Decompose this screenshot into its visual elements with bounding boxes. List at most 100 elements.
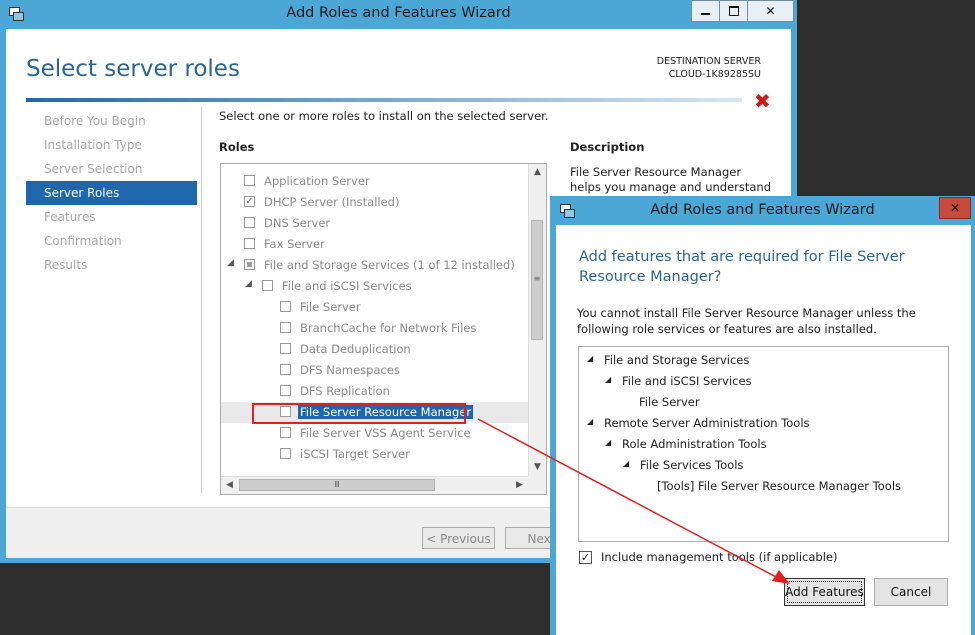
role-label: File Server VSS Agent Service xyxy=(300,426,471,440)
tree-item-label: [Tools] File Server Resource Manager Too… xyxy=(657,479,902,493)
expand-triangle-icon[interactable]: ◢ xyxy=(587,417,593,426)
role-row[interactable]: DNS Server xyxy=(221,213,528,234)
expand-triangle-icon[interactable]: ◢ xyxy=(227,258,234,268)
role-label: iSCSI Target Server xyxy=(300,447,410,461)
expand-triangle-icon[interactable]: ◢ xyxy=(245,279,252,289)
role-row[interactable]: Application Server xyxy=(221,171,528,192)
role-row[interactable]: File Server xyxy=(221,297,528,318)
role-checkbox[interactable] xyxy=(244,217,255,228)
role-label: File Server xyxy=(300,300,361,314)
instructions-text: Select one or more roles to install on t… xyxy=(219,109,549,123)
description-text: File Server Resource Manager helps you m… xyxy=(570,165,772,194)
roles-horizontal-scrollbar[interactable]: ◀ Ⅲ ▶ xyxy=(221,476,528,494)
cancel-button[interactable]: Cancel xyxy=(874,578,948,606)
dialog-heading: Add features that are required for File … xyxy=(579,249,905,285)
nav-item[interactable]: Installation Type xyxy=(26,133,197,157)
roles-heading: Roles xyxy=(219,140,255,154)
role-row[interactable]: ◢ File and iSCSI Services xyxy=(221,276,528,297)
roles-vertical-scrollbar[interactable]: ▲ ≡ ▼ xyxy=(528,164,546,476)
role-label: DFS Namespaces xyxy=(300,363,400,377)
role-checkbox[interactable] xyxy=(280,448,291,459)
tree-item-label: File Services Tools xyxy=(640,458,744,472)
role-row[interactable]: Data Deduplication xyxy=(221,339,528,360)
tree-item-label: File and Storage Services xyxy=(604,353,750,367)
dialog-title: Add Roles and Features Wizard xyxy=(650,202,875,218)
role-row[interactable]: iSCSI Target Server xyxy=(221,444,528,465)
role-label: File and iSCSI Services xyxy=(282,279,412,293)
role-checkbox[interactable] xyxy=(280,322,291,333)
role-row[interactable]: Fax Server xyxy=(221,234,528,255)
role-label: BranchCache for Network Files xyxy=(300,321,477,335)
scroll-right-icon[interactable]: ▶ xyxy=(511,477,528,494)
tree-item-label: File and iSCSI Services xyxy=(622,374,752,388)
nav-divider xyxy=(201,107,202,493)
expand-triangle-icon[interactable]: ◢ xyxy=(587,354,593,363)
previous-button[interactable]: < Previous xyxy=(422,527,495,549)
role-row[interactable]: BranchCache for Network Files xyxy=(221,318,528,339)
role-checkbox[interactable] xyxy=(280,301,291,312)
role-checkbox[interactable] xyxy=(280,385,291,396)
role-row[interactable]: DFS Replication xyxy=(221,381,528,402)
role-checkbox[interactable]: ✓ xyxy=(244,196,255,207)
destination-server-label: DESTINATION SERVER xyxy=(656,56,761,67)
role-row[interactable]: ◢ File and Storage Services (1 of 12 inst… xyxy=(221,255,528,276)
role-checkbox[interactable] xyxy=(262,280,273,291)
minimize-icon xyxy=(701,13,710,15)
add-features-button[interactable]: Add Features xyxy=(784,578,865,606)
scrollbar-corner xyxy=(528,476,546,494)
tree-item-label: File Server xyxy=(639,395,700,409)
maximize-icon xyxy=(728,6,739,16)
annotation-highlight-box xyxy=(252,403,466,424)
nav-item[interactable]: Results xyxy=(26,253,197,277)
destination-server-name: CLOUD-1K89285SU xyxy=(668,69,761,80)
role-row[interactable]: ✓ DHCP Server (Installed) xyxy=(221,192,528,213)
role-checkbox[interactable] xyxy=(244,175,255,186)
dialog-close-button[interactable]: ✕ xyxy=(939,197,971,219)
role-label: DFS Replication xyxy=(300,384,390,398)
role-row[interactable]: File Server VSS Agent Service xyxy=(221,423,528,444)
nav-item[interactable]: Server Selection xyxy=(26,157,197,181)
nav-item[interactable]: Server Roles xyxy=(26,181,197,205)
expand-triangle-icon[interactable]: ◢ xyxy=(605,375,611,384)
close-icon: ✕ xyxy=(949,201,961,215)
tree-item-label: Remote Server Administration Tools xyxy=(604,416,810,430)
page-title: Select server roles xyxy=(26,56,240,82)
dialog-title-bar[interactable]: Add Roles and Features Wizard ✕ xyxy=(550,196,975,224)
role-label: File and Storage Services (1 of 12 insta… xyxy=(264,258,515,272)
role-label: Fax Server xyxy=(264,237,325,251)
include-management-tools-label: Include management tools (if applicable) xyxy=(601,550,838,564)
include-management-tools-checkbox[interactable]: ✓ xyxy=(579,551,592,564)
role-label: Data Deduplication xyxy=(300,342,411,356)
maximize-button[interactable] xyxy=(719,0,748,22)
role-label: Application Server xyxy=(264,174,370,188)
minimize-button[interactable] xyxy=(691,0,720,22)
expand-triangle-icon[interactable]: ◢ xyxy=(623,459,629,468)
dialog-message: You cannot install File Server Resource … xyxy=(577,306,916,336)
dialog-client-area: Add features that are required for File … xyxy=(556,225,971,635)
vertical-scroll-thumb[interactable]: ≡ xyxy=(531,220,543,340)
required-features-tree[interactable]: ◢ File and Storage Services ◢ File and iSCS… xyxy=(578,346,949,542)
destination-server: DESTINATION SERVER CLOUD-1K89285SU xyxy=(657,55,761,81)
scroll-down-icon[interactable]: ▼ xyxy=(529,459,546,476)
roles-list[interactable]: Application Server ✓ DHCP Server (Installe… xyxy=(220,163,547,495)
horizontal-scroll-thumb[interactable]: Ⅲ xyxy=(239,479,435,491)
role-row[interactable]: DFS Namespaces xyxy=(221,360,528,381)
role-checkbox[interactable] xyxy=(280,364,291,375)
role-label: DNS Server xyxy=(264,216,331,230)
tree-item-label: Role Administration Tools xyxy=(622,437,767,451)
nav-item[interactable]: Confirmation xyxy=(26,229,197,253)
main-title-bar[interactable]: Add Roles and Features Wizard ✕ xyxy=(0,0,797,28)
role-checkbox[interactable] xyxy=(244,259,255,270)
close-icon: ✕ xyxy=(765,4,776,18)
scroll-up-icon[interactable]: ▲ xyxy=(529,164,546,181)
nav-item[interactable]: Before You Begin xyxy=(26,109,197,133)
add-features-dialog: Add Roles and Features Wizard ✕ Add feat… xyxy=(550,196,975,635)
error-x-icon: ✖ xyxy=(754,89,771,113)
expand-triangle-icon[interactable]: ◢ xyxy=(605,438,611,447)
role-checkbox[interactable] xyxy=(244,238,255,249)
close-button[interactable]: ✕ xyxy=(747,0,794,22)
role-checkbox[interactable] xyxy=(280,343,291,354)
scroll-left-icon[interactable]: ◀ xyxy=(221,477,238,494)
nav-item[interactable]: Features xyxy=(26,205,197,229)
role-checkbox[interactable] xyxy=(280,427,291,438)
